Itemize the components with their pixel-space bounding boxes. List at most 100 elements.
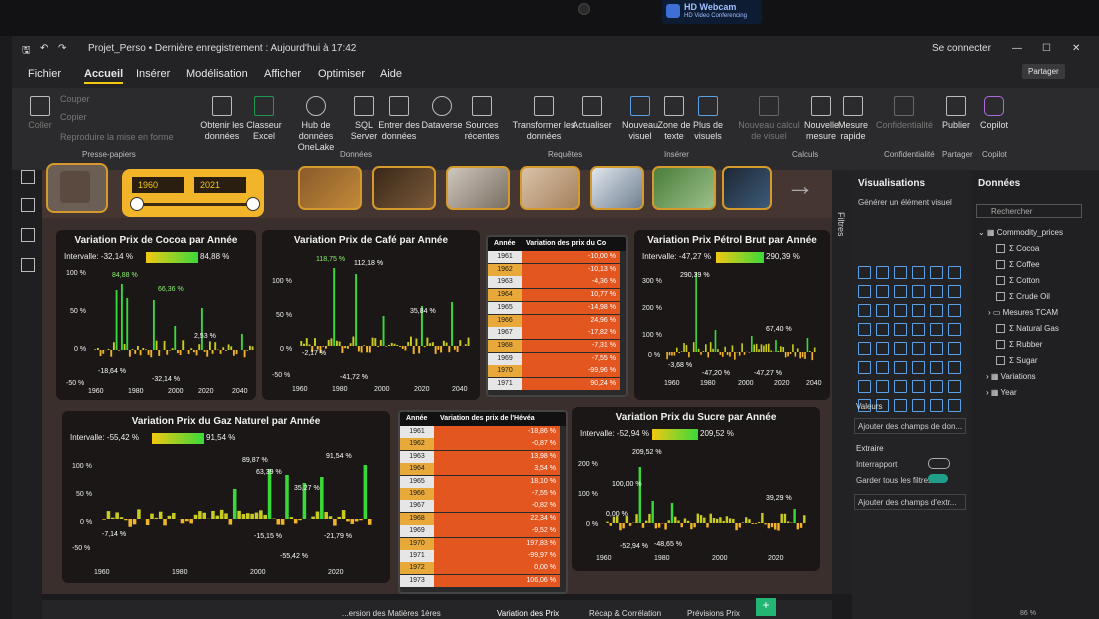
- year-handle-end[interactable]: [246, 197, 260, 211]
- visual-type-icon[interactable]: [876, 323, 889, 336]
- tab-recap[interactable]: Récap & Corrélation: [589, 609, 661, 618]
- visual-type-icon[interactable]: [894, 323, 907, 336]
- visual-type-icon[interactable]: [894, 304, 907, 317]
- tab-previsions[interactable]: Prévisions Prix: [687, 609, 740, 618]
- visual-type-icon[interactable]: [858, 380, 871, 393]
- paste-button[interactable]: Coller: [26, 96, 54, 131]
- cut-button[interactable]: Couper: [60, 94, 90, 105]
- refresh-button[interactable]: Actualiser: [572, 96, 612, 131]
- visual-type-icon[interactable]: [948, 285, 961, 298]
- next-arrow-icon[interactable]: →: [786, 170, 814, 202]
- field-rubber[interactable]: Σ Rubber: [996, 340, 1042, 350]
- table-row[interactable]: 1965 18,10 %: [400, 475, 566, 488]
- visual-type-icon[interactable]: [912, 266, 925, 279]
- visual-type-icon[interactable]: [948, 399, 961, 412]
- visual-type-icon[interactable]: [858, 342, 871, 355]
- tile-gas[interactable]: [590, 166, 644, 210]
- tile-sugar[interactable]: [520, 166, 580, 210]
- copy-button[interactable]: Copier: [60, 112, 87, 123]
- get-data-button[interactable]: Obtenir les données: [200, 96, 244, 142]
- table-row[interactable]: 1967 -0,82 %: [400, 500, 566, 513]
- table-year[interactable]: › ▦ Year: [986, 388, 1017, 397]
- visual-type-icon[interactable]: [876, 342, 889, 355]
- publish-button[interactable]: Publier: [940, 96, 972, 131]
- menu-accueil[interactable]: Accueil: [84, 68, 124, 84]
- add-page-button[interactable]: +: [756, 598, 776, 616]
- table-commodity-prices[interactable]: ⌄ ▦ Commodity_prices: [978, 228, 1063, 237]
- table-variations[interactable]: › ▦ Variations: [986, 372, 1036, 381]
- quick-measure-button[interactable]: Mesure rapide: [838, 96, 868, 142]
- copilot-button[interactable]: Copilot: [978, 96, 1010, 131]
- table-row[interactable]: 1962 -10,13 %: [488, 263, 626, 276]
- tile-cocoa[interactable]: [298, 166, 362, 210]
- table-row[interactable]: 1971 90,24 %: [488, 378, 626, 390]
- new-visual-button[interactable]: Nouveau visuel: [622, 96, 658, 142]
- text-box-button[interactable]: Zone de texte: [656, 96, 692, 142]
- visual-type-icon[interactable]: [876, 380, 889, 393]
- visual-type-icon[interactable]: [948, 342, 961, 355]
- visual-type-icon[interactable]: [858, 361, 871, 374]
- menu-aide[interactable]: Aide: [380, 68, 402, 80]
- table-row[interactable]: 1961 -18,86 %: [400, 426, 566, 438]
- report-view-icon[interactable]: [21, 170, 35, 184]
- onelake-button[interactable]: Hub de données OneLake: [284, 96, 348, 153]
- menu-inserer[interactable]: Insérer: [136, 68, 170, 80]
- year-slicer[interactable]: 1960 2021: [122, 169, 264, 217]
- visual-type-icon[interactable]: [894, 342, 907, 355]
- tile-cotton[interactable]: [446, 166, 510, 210]
- table-row[interactable]: 1969 -7,55 %: [488, 352, 626, 365]
- visual-type-icon[interactable]: [930, 361, 943, 374]
- table-row[interactable]: 1965 -14,98 %: [488, 301, 626, 314]
- visual-type-icon[interactable]: [912, 285, 925, 298]
- table-row[interactable]: 1966 24,96 %: [488, 314, 626, 327]
- close-icon[interactable]: ✕: [1072, 43, 1080, 54]
- table-row[interactable]: 1964 10,77 %: [488, 289, 626, 302]
- maximize-icon[interactable]: ☐: [1042, 43, 1051, 54]
- undo-icon[interactable]: ↶: [40, 43, 48, 54]
- format-painter-button[interactable]: Reproduire la mise en forme: [60, 132, 174, 143]
- table-view-icon[interactable]: [21, 198, 35, 212]
- dax-view-icon[interactable]: [21, 258, 35, 272]
- table-row[interactable]: 1964 3,54 %: [400, 463, 566, 476]
- redo-icon[interactable]: ↷: [58, 43, 66, 54]
- table-row[interactable]: 1973 106,06 %: [400, 574, 566, 587]
- tile-oil[interactable]: [722, 166, 772, 210]
- menu-optimiser[interactable]: Optimiser: [318, 68, 365, 80]
- visual-type-icon[interactable]: [894, 266, 907, 279]
- folder-mesures-tcam[interactable]: › ▭ Mesures TCAM: [988, 308, 1058, 317]
- visual-type-icon[interactable]: [948, 361, 961, 374]
- table-hevea[interactable]: Année Variation des prix de l'Hévéa 1961…: [398, 410, 568, 594]
- document-title[interactable]: Projet_Perso • Dernière enregistrement :…: [88, 43, 356, 54]
- add-fields-well[interactable]: Ajouter des champs de don...: [854, 418, 966, 434]
- visual-type-icon[interactable]: [912, 399, 925, 412]
- table-row[interactable]: 1971 -99,97 %: [400, 550, 566, 562]
- tile-coffee[interactable]: [372, 166, 436, 210]
- data-search-input[interactable]: Rechercher: [976, 204, 1082, 218]
- table-row[interactable]: 1970 -99,96 %: [488, 365, 626, 378]
- filters-label[interactable]: Filtres: [836, 212, 846, 237]
- visual-type-icon[interactable]: [858, 304, 871, 317]
- save-icon[interactable]: 🖫: [22, 43, 31, 60]
- table-row[interactable]: 1968 22,34 %: [400, 512, 566, 525]
- visual-type-icon[interactable]: [894, 361, 907, 374]
- visual-type-icon[interactable]: [912, 323, 925, 336]
- year-from[interactable]: 1960: [132, 177, 184, 193]
- visual-type-icon[interactable]: [948, 380, 961, 393]
- table-header[interactable]: Année Variation des prix de l'Hévéa: [400, 412, 566, 426]
- visual-type-icon[interactable]: [894, 285, 907, 298]
- field-cocoa[interactable]: Σ Cocoa: [996, 244, 1039, 254]
- table-row[interactable]: 1966 -7,55 %: [400, 488, 566, 500]
- menu-afficher[interactable]: Afficher: [264, 68, 301, 80]
- visual-type-icon[interactable]: [858, 285, 871, 298]
- field-sugar[interactable]: Σ Sugar: [996, 356, 1038, 366]
- table-row[interactable]: 1970 197,83 %: [400, 537, 566, 550]
- visual-type-icon[interactable]: [876, 361, 889, 374]
- visual-type-icon[interactable]: [912, 380, 925, 393]
- visual-type-icon[interactable]: [930, 380, 943, 393]
- table-cafe[interactable]: Année Variation des prix du Co 1961 -10,0…: [486, 235, 628, 397]
- visual-type-icon[interactable]: [894, 380, 907, 393]
- share-button[interactable]: Partager: [1022, 64, 1065, 79]
- year-handle-start[interactable]: [130, 197, 144, 211]
- minimize-icon[interactable]: —: [1012, 43, 1022, 54]
- table-row[interactable]: 1962 -0,87 %: [400, 438, 566, 451]
